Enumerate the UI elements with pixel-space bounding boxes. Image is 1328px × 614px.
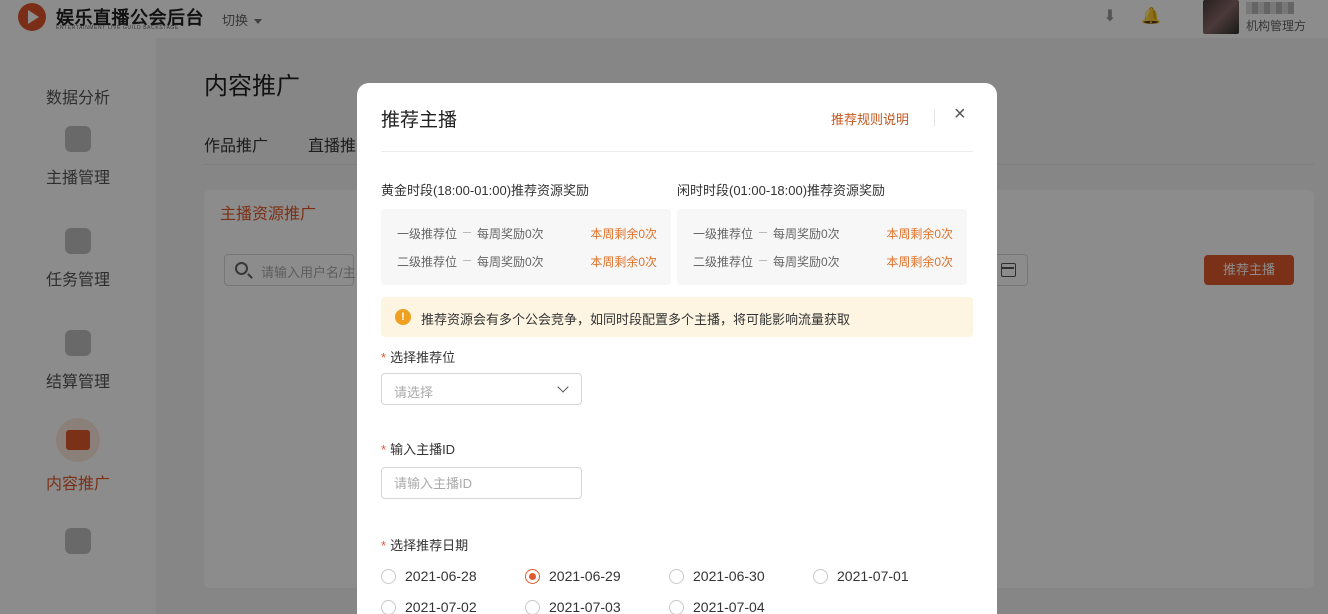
gold-period-box: 一级推荐位 每周奖励0次 本周剩余0次 二级推荐位 每周奖励0次 本周剩余0次 (381, 209, 671, 285)
slot-reward: 每周奖励0次 (477, 227, 544, 241)
slot-label-text: 选择推荐位 (390, 350, 456, 365)
id-label-text: 输入主播ID (390, 442, 456, 457)
radio-icon (381, 568, 396, 584)
date-radio-label: 2021-07-02 (405, 599, 477, 614)
app-root: 娱乐直播公会后台 ENTERTAINMENT LIVE GUILD BACKST… (0, 0, 1328, 614)
slot-reward: 每周奖励0次 (773, 227, 840, 241)
radio-icon (813, 568, 828, 584)
chevron-down-icon (557, 381, 569, 393)
dash-divider (759, 260, 767, 261)
slot-row: 一级推荐位 每周奖励0次 本周剩余0次 (397, 225, 657, 241)
close-icon[interactable]: × (954, 103, 966, 126)
slot-row: 一级推荐位 每周奖励0次 本周剩余0次 (693, 225, 953, 241)
slot-level: 一级推荐位 (397, 227, 458, 241)
slot-level: 二级推荐位 (397, 255, 458, 269)
dialog-title: 推荐主播 (381, 110, 458, 131)
date-radio-option[interactable]: 2021-06-30 (669, 568, 765, 584)
anchor-id-input[interactable] (381, 467, 582, 499)
rules-link[interactable]: 推荐规则说明 (831, 109, 909, 128)
slot-remain: 本周剩余0次 (590, 227, 657, 241)
date-radio-option[interactable]: 2021-07-03 (525, 599, 621, 614)
slot-select-placeholder: 请选择 (394, 385, 434, 400)
slot-level: 一级推荐位 (693, 227, 754, 241)
date-radio-option[interactable]: 2021-07-04 (669, 599, 765, 614)
idle-period-heading: 闲时时段(01:00-18:00)推荐资源奖励 (677, 183, 886, 198)
slot-field-label: * 选择推荐位 (381, 347, 455, 366)
date-field-label: * 选择推荐日期 (381, 535, 468, 554)
dash-divider (463, 260, 471, 261)
dialog-divider (381, 151, 973, 152)
slot-reward: 每周奖励0次 (773, 255, 840, 269)
date-radio-label: 2021-06-30 (693, 568, 765, 584)
header-divider (934, 110, 935, 126)
slot-remain: 本周剩余0次 (886, 227, 953, 241)
date-radio-label: 2021-07-01 (837, 568, 909, 584)
gold-period-heading: 黄金时段(18:00-01:00)推荐资源奖励 (381, 183, 590, 198)
date-radio-option[interactable]: 2021-06-29 (525, 568, 621, 584)
slot-remain: 本周剩余0次 (886, 255, 953, 269)
date-label-text: 选择推荐日期 (390, 538, 469, 553)
dash-divider (463, 232, 471, 233)
recommend-anchor-dialog: 推荐主播 推荐规则说明 × 黄金时段(18:00-01:00)推荐资源奖励 闲时… (357, 83, 997, 614)
radio-icon (669, 599, 684, 614)
date-radio-option[interactable]: 2021-07-02 (381, 599, 477, 614)
date-radio-option[interactable]: 2021-06-28 (381, 568, 477, 584)
date-radio-label: 2021-07-03 (549, 599, 621, 614)
date-radio-label: 2021-06-29 (549, 568, 621, 584)
date-radio-option[interactable]: 2021-07-01 (813, 568, 909, 584)
slot-select[interactable]: 请选择 (381, 373, 582, 405)
radio-icon (381, 599, 396, 614)
slot-reward: 每周奖励0次 (477, 255, 544, 269)
slot-row: 二级推荐位 每周奖励0次 本周剩余0次 (397, 253, 657, 269)
slot-remain: 本周剩余0次 (590, 255, 657, 269)
id-field-label: * 输入主播ID (381, 439, 455, 458)
warning-banner: ! 推荐资源会有多个公会竞争，如同时段配置多个主播，将可能影响流量获取 (381, 297, 973, 337)
date-radio-label: 2021-07-04 (693, 599, 765, 614)
date-radio-label: 2021-06-28 (405, 568, 477, 584)
required-mark: * (381, 350, 387, 365)
radio-icon (525, 599, 540, 614)
radio-checked-icon (525, 568, 540, 584)
warning-icon: ! (395, 309, 411, 325)
dash-divider (759, 232, 767, 233)
required-mark: * (381, 442, 387, 457)
slot-row: 二级推荐位 每周奖励0次 本周剩余0次 (693, 253, 953, 269)
slot-level: 二级推荐位 (693, 255, 754, 269)
required-mark: * (381, 538, 387, 553)
idle-period-box: 一级推荐位 每周奖励0次 本周剩余0次 二级推荐位 每周奖励0次 本周剩余0次 (677, 209, 967, 285)
radio-icon (669, 568, 684, 584)
warning-text: 推荐资源会有多个公会竞争，如同时段配置多个主播，将可能影响流量获取 (421, 312, 851, 327)
